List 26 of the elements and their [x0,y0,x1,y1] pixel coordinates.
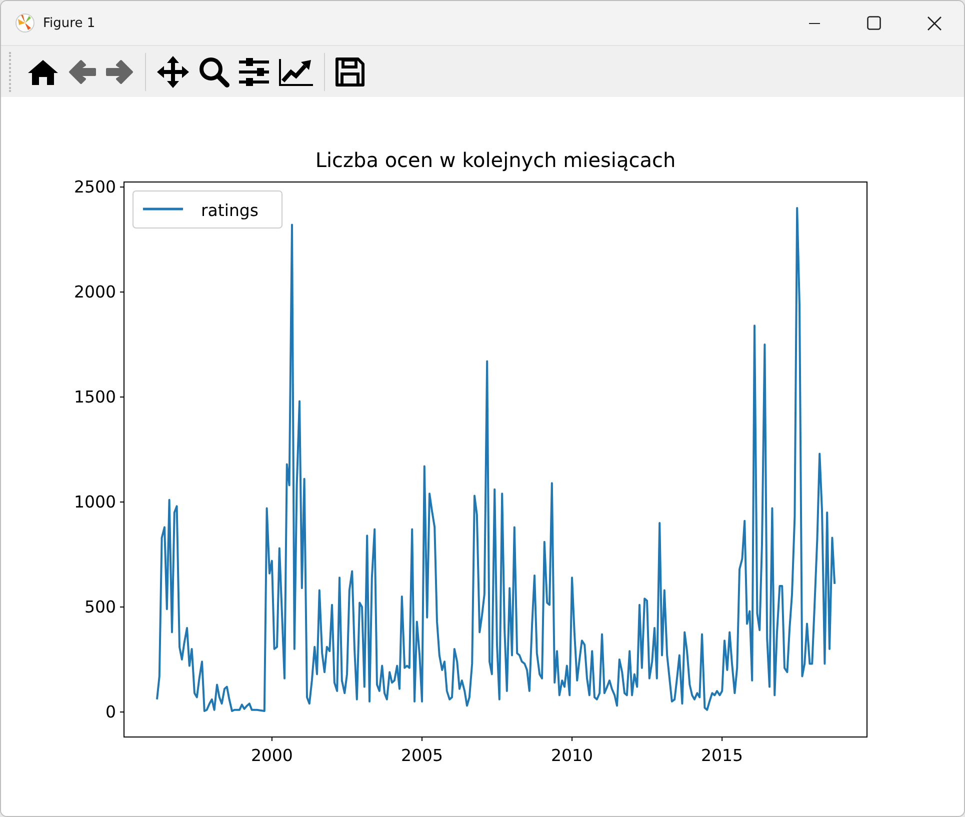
maximize-icon [867,16,881,30]
y-tick-label: 500 [84,598,116,617]
y-tick-label: 1500 [74,388,116,407]
x-tick-label: 2015 [701,746,744,765]
search-icon [198,56,230,88]
y-tick-label: 2500 [74,178,116,197]
legend-label: ratings [201,201,258,220]
line-chart-icon [278,56,314,86]
sliders-icon [238,56,270,86]
x-tick-label: 2005 [400,746,443,765]
app-icon [15,13,35,33]
x-tick-label: 2000 [250,746,293,765]
save-icon [335,56,365,86]
minimize-icon [808,22,820,24]
back-arrow-icon [67,58,97,86]
y-tick-label: 2000 [74,282,116,302]
move-icon [156,54,190,88]
close-icon [926,16,942,30]
chart-title: Liczba ocen w kolejnych miesiącach [315,148,676,172]
y-tick-label: 0 [106,702,116,722]
forward-arrow-icon [105,58,135,86]
x-tick-label: 2010 [551,746,594,765]
window-title: Figure 1 [43,16,96,30]
home-icon [27,58,59,86]
legend-line [143,208,183,210]
y-tick-label: 1000 [74,492,116,512]
